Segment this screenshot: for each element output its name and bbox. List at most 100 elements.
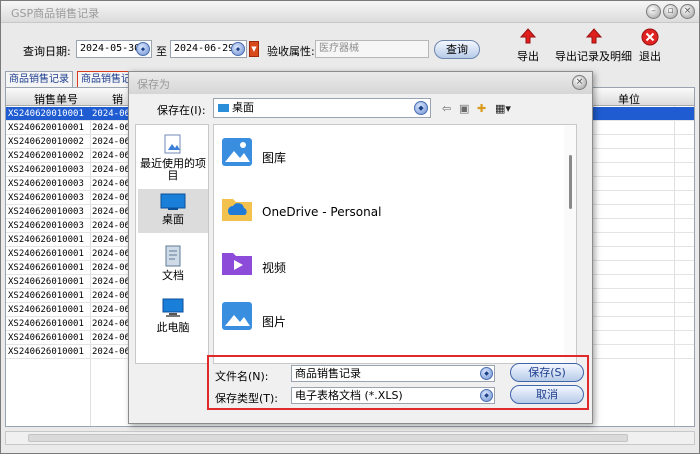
filetype-dropdown-icon[interactable]: ◆: [480, 389, 493, 402]
place-desktop[interactable]: 桌面: [138, 189, 208, 233]
cell-order-no: XS240626010001: [8, 333, 84, 343]
save-button[interactable]: 保存(S): [510, 363, 584, 382]
cell-date: 2024-06: [92, 165, 130, 175]
cell-date: 2024-06: [92, 179, 130, 189]
file-list-scrollbar[interactable]: [564, 125, 576, 363]
title-bar: GSP商品销售记录 – ▫ ×: [1, 1, 699, 23]
place-documents-label: 文档: [162, 269, 184, 282]
save-in-value: 桌面: [232, 101, 254, 114]
export-detail-button[interactable]: 导出记录及明细: [555, 28, 632, 64]
filename-label: 文件名(N):: [215, 370, 269, 383]
export-arrow-icon: [520, 28, 536, 44]
back-icon[interactable]: ⇦: [442, 102, 451, 115]
places-bar: 最近使用的项目 桌面 文档 此电脑: [135, 124, 209, 364]
filename-input[interactable]: 商品销售记录 ◆: [291, 365, 495, 382]
cell-order-no: XS240620010001: [8, 123, 84, 133]
dialog-title: 保存为: [137, 78, 170, 91]
date-to-spinner[interactable]: ◆: [231, 42, 245, 56]
date-to-value: 2024-06-29: [174, 43, 235, 54]
cell-order-no: XS240620010003: [8, 179, 84, 189]
exit-icon: [641, 28, 659, 46]
exit-button[interactable]: 退出: [639, 28, 661, 64]
pictures-folder-icon: [222, 302, 252, 330]
cell-order-no: XS240620010003: [8, 165, 84, 175]
cell-date: 2024-06: [92, 151, 130, 161]
file-name-onedrive: OneDrive - Personal: [262, 205, 382, 219]
cell-date: 2024-06: [92, 137, 130, 147]
file-list: 图库 OneDrive - Personal 视频 图片: [213, 124, 577, 364]
file-list-scroll-thumb[interactable]: [569, 155, 572, 209]
dialog-close-button[interactable]: ×: [572, 75, 587, 90]
header-order-no[interactable]: 销售单号: [34, 91, 78, 107]
cell-order-no: XS240626010001: [8, 249, 84, 259]
window-title: GSP商品销售记录: [11, 7, 100, 20]
cell-order-no: XS240626010001: [8, 319, 84, 329]
main-window: GSP商品销售记录 – ▫ × 查询日期: 2024-05-30 ◆ 至 202…: [0, 0, 700, 454]
cancel-button[interactable]: 取消: [510, 385, 584, 404]
cell-order-no: XS240626010001: [8, 277, 84, 287]
cell-date: 2024-06: [92, 235, 130, 245]
cell-order-no: XS240626010001: [8, 291, 84, 301]
cell-date: 2024-06: [92, 221, 130, 231]
cell-date: 2024-06: [92, 333, 130, 343]
close-button[interactable]: ×: [680, 4, 695, 19]
cell-order-no: XS240620010002: [8, 137, 84, 147]
minimize-button[interactable]: –: [646, 4, 661, 19]
cell-order-no: XS240626010001: [8, 235, 84, 245]
horizontal-scrollbar[interactable]: [5, 431, 695, 445]
up-folder-icon[interactable]: ▣: [459, 102, 469, 115]
view-menu-icon[interactable]: ▦▾: [495, 102, 511, 115]
cell-order-no: XS240620010001: [8, 109, 84, 119]
cell-date: 2024-06: [92, 305, 130, 315]
scroll-thumb[interactable]: [28, 434, 628, 442]
tab-sales-detail[interactable]: 商品销售记: [77, 71, 135, 87]
place-this-pc[interactable]: 此电脑: [138, 297, 208, 339]
acceptance-value: 医疗器械: [319, 43, 359, 54]
desktop-icon: [160, 193, 186, 210]
restore-button[interactable]: ▫: [663, 4, 678, 19]
new-folder-icon[interactable]: ✚: [477, 102, 486, 115]
cell-order-no: XS240620010002: [8, 151, 84, 161]
cell-date: 2024-06: [92, 123, 130, 133]
export-button[interactable]: 导出: [517, 28, 539, 64]
computer-icon: [162, 298, 184, 317]
exit-label: 退出: [639, 50, 661, 63]
filetype-select[interactable]: 电子表格文档 (*.XLS) ◆: [291, 387, 495, 404]
header-unit[interactable]: 单位: [618, 91, 640, 107]
cell-order-no: XS240626010001: [8, 263, 84, 273]
date-from-spinner[interactable]: ◆: [136, 42, 150, 56]
cell-date: 2024-06: [92, 207, 130, 217]
place-recent[interactable]: 最近使用的项目: [138, 133, 208, 182]
date-dropdown-arrow[interactable]: ▼: [249, 41, 259, 57]
file-name-gallery: 图库: [262, 151, 287, 165]
acceptance-label: 验收属性:: [267, 45, 315, 58]
save-in-dropdown-icon[interactable]: ◆: [414, 101, 428, 115]
cell-order-no: XS240620010003: [8, 221, 84, 231]
cell-date: 2024-06: [92, 109, 130, 119]
filename-dropdown-icon[interactable]: ◆: [480, 367, 493, 380]
save-in-combo[interactable]: 桌面 ◆: [213, 98, 431, 118]
export-detail-arrow-icon: [585, 28, 602, 44]
save-as-dialog: 保存为 × 保存在(I): 桌面 ◆ ⇦ ▣ ✚ ▦▾ 最近使用的项目 桌面 文…: [128, 71, 593, 424]
query-date-label: 查询日期:: [23, 45, 71, 58]
cell-date: 2024-06: [92, 263, 130, 273]
date-from-field[interactable]: 2024-05-30 ◆: [76, 40, 152, 58]
dialog-title-bar: 保存为 ×: [129, 72, 592, 94]
cell-date: 2024-06: [92, 319, 130, 329]
cell-order-no: XS240626010001: [8, 305, 84, 315]
query-button[interactable]: 查询: [434, 40, 480, 59]
tab-sales-records[interactable]: 商品销售记录: [5, 71, 73, 87]
cell-date: 2024-06: [92, 193, 130, 203]
cell-order-no: XS240620010003: [8, 207, 84, 217]
header-col2[interactable]: 销: [112, 91, 123, 107]
cell-date: 2024-06: [92, 347, 130, 357]
toolbar: 查询日期: 2024-05-30 ◆ 至 2024-06-29 ◆ ▼ 验收属性…: [1, 24, 699, 70]
place-desktop-label: 桌面: [162, 213, 184, 226]
place-documents[interactable]: 文档: [138, 245, 208, 285]
desktop-folder-icon: [218, 104, 229, 112]
date-to-field[interactable]: 2024-06-29 ◆: [170, 40, 247, 58]
file-name-pictures: 图片: [262, 315, 287, 329]
save-in-label: 保存在(I):: [157, 104, 206, 117]
acceptance-combo[interactable]: 医疗器械: [315, 40, 429, 58]
gallery-icon: [222, 138, 252, 166]
